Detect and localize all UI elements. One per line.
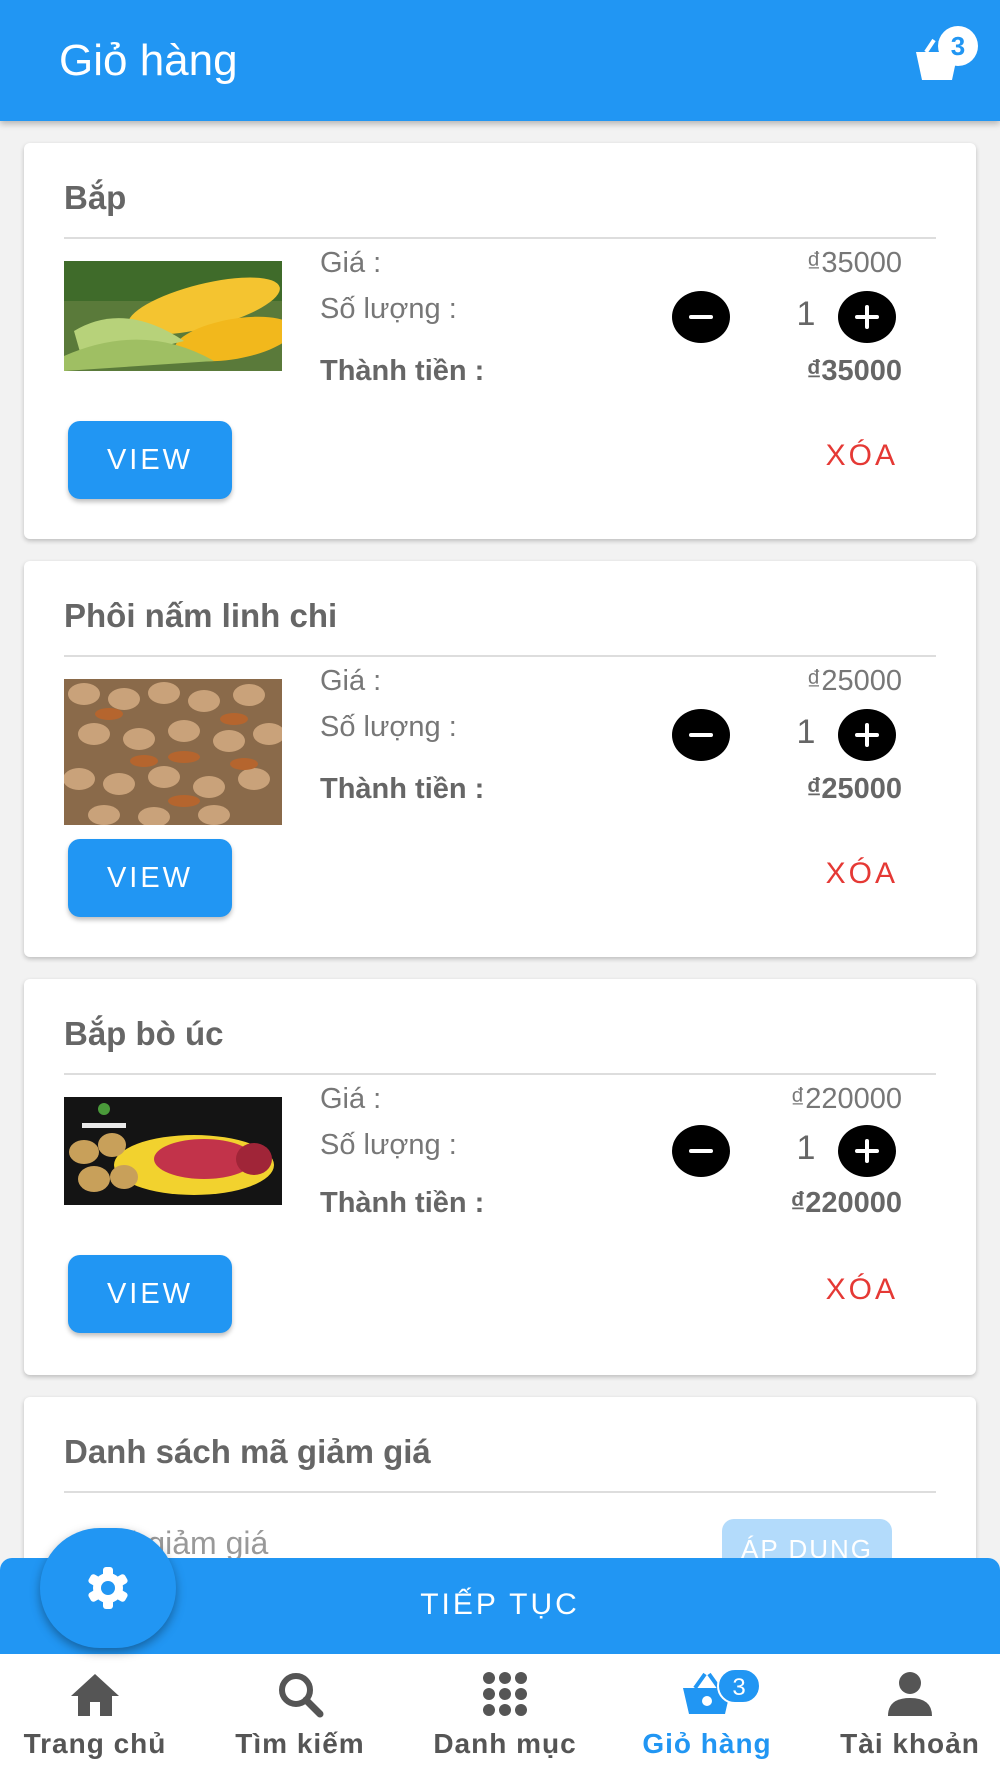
quantity-label: Số lượng :: [320, 293, 457, 325]
subtotal-label: Thành tiền :: [320, 773, 485, 805]
minus-icon: [689, 733, 713, 737]
subtotal-label: Thành tiền :: [320, 355, 485, 387]
delete-button[interactable]: XÓA: [826, 857, 898, 891]
quantity-value: 1: [796, 713, 816, 751]
increase-quantity-button[interactable]: [838, 1125, 896, 1177]
product-image: [64, 679, 282, 825]
cart-count-badge: 3: [717, 1668, 761, 1704]
divider: [64, 1073, 936, 1075]
grid-icon: [405, 1670, 605, 1720]
unit-price: ₫35000: [806, 247, 902, 279]
delete-button[interactable]: XÓA: [826, 439, 898, 473]
settings-fab[interactable]: [40, 1528, 176, 1648]
cart-item-card: Bắp Giá : ₫35000 Số lượng : 1 Thành tiền…: [24, 143, 976, 539]
search-icon: [200, 1670, 400, 1720]
user-icon: [810, 1670, 1000, 1720]
minus-icon: [689, 1149, 713, 1153]
subtotal-value: ₫25000: [806, 773, 902, 805]
subtotal-value: ₫220000: [790, 1187, 902, 1219]
price-label: Giá :: [320, 247, 382, 279]
bottom-navigation: Trang chủ Tìm kiếm Danh mục 3 Giỏ hàng T…: [0, 1654, 1000, 1778]
minus-icon: [689, 315, 713, 319]
quantity-label: Số lượng :: [320, 1129, 457, 1161]
divider: [64, 1491, 936, 1493]
nav-label: Tài khoản: [840, 1728, 980, 1759]
product-name: Bắp: [64, 179, 127, 216]
increase-quantity-button[interactable]: [838, 709, 896, 761]
nav-item-categories[interactable]: Danh mục: [405, 1654, 605, 1778]
quantity-value: 1: [796, 295, 816, 333]
price-label: Giá :: [320, 665, 382, 697]
nav-item-cart[interactable]: 3 Giỏ hàng: [607, 1654, 807, 1778]
delete-button[interactable]: XÓA: [826, 1273, 898, 1307]
product-name: Phôi nấm linh chi: [64, 597, 338, 634]
cart-button[interactable]: 3: [910, 26, 980, 82]
coupon-card: Danh sách mã giảm giá Mã giảm giá ÁP DỤN…: [24, 1397, 976, 1558]
view-button[interactable]: VIEW: [68, 1255, 232, 1333]
nav-label: Tìm kiếm: [235, 1728, 365, 1759]
product-name: Bắp bò úc: [64, 1015, 224, 1052]
decrease-quantity-button[interactable]: [672, 709, 730, 761]
app-bar: Giỏ hàng 3: [0, 0, 1000, 121]
nav-item-account[interactable]: Tài khoản: [810, 1654, 1000, 1778]
divider: [64, 237, 936, 239]
subtotal-value: ₫35000: [806, 355, 902, 387]
unit-price: ₫25000: [806, 665, 902, 697]
product-image: [64, 1097, 282, 1205]
cart-list[interactable]: Bắp Giá : ₫35000 Số lượng : 1 Thành tiền…: [0, 121, 1000, 1558]
unit-price: ₫220000: [790, 1083, 902, 1115]
nav-label: Danh mục: [433, 1728, 577, 1759]
cart-count-badge: 3: [938, 26, 978, 66]
decrease-quantity-button[interactable]: [672, 291, 730, 343]
nav-item-home[interactable]: Trang chủ: [0, 1654, 195, 1778]
divider: [64, 655, 936, 657]
home-icon: [0, 1670, 195, 1720]
cart-item-card: Phôi nấm linh chi Giá : ₫25000 Số lượng …: [24, 561, 976, 957]
nav-label: Trang chủ: [23, 1728, 167, 1759]
quantity-label: Số lượng :: [320, 711, 457, 743]
increase-quantity-button[interactable]: [838, 291, 896, 343]
subtotal-label: Thành tiền :: [320, 1187, 485, 1219]
basket-icon: [607, 1670, 807, 1720]
coupon-title: Danh sách mã giảm giá: [64, 1433, 431, 1470]
price-label: Giá :: [320, 1083, 382, 1115]
nav-item-search[interactable]: Tìm kiếm: [200, 1654, 400, 1778]
decrease-quantity-button[interactable]: [672, 1125, 730, 1177]
gear-icon: [88, 1567, 128, 1609]
view-button[interactable]: VIEW: [68, 421, 232, 499]
cart-item-card: Bắp bò úc Giá : ₫220000 Số lượng : 1 Thà…: [24, 979, 976, 1375]
view-button[interactable]: VIEW: [68, 839, 232, 917]
quantity-value: 1: [796, 1129, 816, 1167]
product-image: [64, 261, 282, 371]
nav-label: Giỏ hàng: [642, 1728, 772, 1759]
apply-coupon-button[interactable]: ÁP DỤNG: [722, 1519, 892, 1558]
page-title: Giỏ hàng: [59, 36, 238, 85]
